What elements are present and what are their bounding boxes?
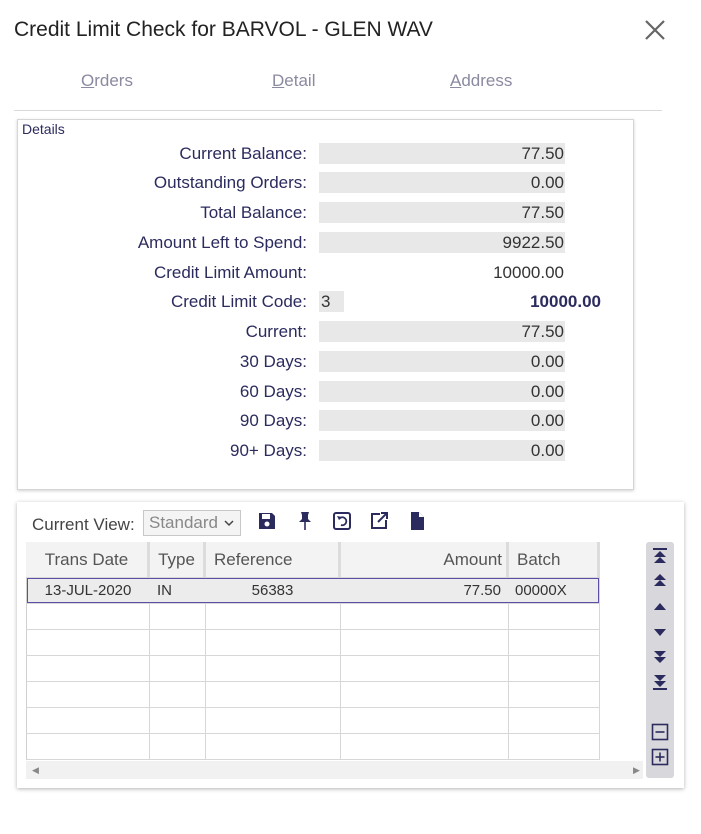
tab-address-accesskey: A	[450, 71, 462, 90]
add-row-icon[interactable]	[651, 748, 669, 766]
grid-col-divider	[340, 577, 341, 760]
save-icon[interactable]	[256, 510, 278, 532]
export-icon[interactable]	[368, 510, 390, 532]
first-page-icon[interactable]	[651, 547, 669, 565]
current-view-label: Current View:	[32, 515, 135, 534]
cell-amount: 77.50	[463, 582, 501, 599]
current-balance-value: 77.50	[319, 143, 565, 164]
chevron-down-icon	[223, 511, 235, 543]
days-60-value: 0.00	[319, 381, 565, 402]
last-page-icon[interactable]	[651, 673, 669, 691]
grid-col-divider	[205, 577, 206, 760]
dialog-title: Credit Limit Check for BARVOL - GLEN WAV	[14, 18, 433, 41]
tab-bar: Orders Detail Address	[14, 66, 662, 111]
grid-line	[26, 655, 600, 656]
tab-address[interactable]: Address	[450, 71, 512, 91]
grid-line	[26, 629, 600, 630]
days-90-value: 0.00	[319, 410, 565, 431]
grid-header: Trans Date Type Reference Amount Batch	[26, 542, 600, 577]
tab-detail-rest: etail	[284, 71, 316, 90]
amount-left-label: Amount Left to Spend:	[137, 233, 307, 252]
tab-address-rest: ddress	[461, 71, 513, 90]
col-trans-date[interactable]: Trans Date	[26, 542, 150, 577]
tab-orders-rest: rders	[94, 71, 133, 90]
scroll-right-icon[interactable]: ▶	[633, 761, 640, 779]
details-legend: Details	[22, 121, 65, 137]
cell-trans-date: 13-JUL-2020	[44, 582, 132, 599]
current-value: 77.50	[319, 321, 565, 342]
grid-line	[26, 707, 600, 708]
days-60-label: 60 Days:	[239, 382, 307, 401]
days-90-plus-value: 0.00	[319, 440, 565, 461]
total-balance-label: Total Balance:	[200, 203, 307, 222]
current-view-select[interactable]: Standard	[143, 510, 241, 536]
total-balance-value: 77.50	[319, 202, 565, 223]
grid-col-divider	[508, 577, 509, 760]
grid-line	[26, 603, 600, 604]
days-30-label: 30 Days:	[239, 352, 307, 371]
current-balance-label: Current Balance:	[179, 144, 307, 163]
horizontal-scrollbar[interactable]: ◀ ▶	[26, 761, 643, 779]
grid-line	[26, 759, 600, 760]
current-view-value: Standard	[149, 513, 218, 532]
credit-limit-amount-value: 10000.00	[493, 263, 564, 282]
close-button[interactable]	[642, 16, 668, 44]
cell-batch: 00000X	[515, 582, 567, 599]
grid-line	[26, 681, 600, 682]
cell-reference: 56383	[251, 582, 294, 599]
credit-limit-code-box: 3	[319, 291, 344, 312]
col-amount[interactable]: Amount	[341, 542, 509, 577]
days-90-label: 90 Days:	[239, 411, 307, 430]
amount-left-value: 9922.50	[319, 232, 565, 253]
credit-limit-amount-label: Credit Limit Amount:	[153, 263, 307, 282]
cell-type: IN	[157, 582, 172, 599]
days-30-value: 0.00	[319, 351, 565, 372]
col-reference[interactable]: Reference	[206, 542, 341, 577]
tab-orders[interactable]: Orders	[81, 71, 133, 91]
tab-orders-accesskey: O	[81, 71, 95, 90]
outstanding-orders-value: 0.00	[319, 172, 565, 193]
col-batch[interactable]: Batch	[509, 542, 600, 577]
row-up-icon[interactable]	[651, 598, 669, 616]
days-90-plus-label: 90+ Days:	[229, 441, 307, 460]
grid-col-divider	[149, 577, 150, 760]
outstanding-orders-label: Outstanding Orders:	[153, 173, 307, 192]
page-up-icon[interactable]	[651, 572, 669, 590]
credit-limit-code-amount: 10000.00	[530, 292, 601, 311]
reset-view-icon[interactable]	[331, 510, 353, 532]
grid-col-divider	[599, 577, 600, 760]
close-icon	[645, 20, 665, 40]
page-down-icon[interactable]	[651, 648, 669, 666]
col-type[interactable]: Type	[150, 542, 206, 577]
pin-icon[interactable]	[294, 510, 316, 532]
grid-line	[26, 733, 600, 734]
remove-row-icon[interactable]	[651, 723, 669, 741]
document-icon[interactable]	[406, 510, 428, 532]
credit-limit-code-label: Credit Limit Code:	[170, 292, 307, 311]
current-label: Current:	[245, 322, 307, 341]
tab-detail[interactable]: Detail	[272, 71, 315, 91]
row-down-icon[interactable]	[651, 623, 669, 641]
tab-detail-accesskey: D	[272, 71, 285, 90]
scroll-left-icon[interactable]: ◀	[32, 761, 39, 779]
